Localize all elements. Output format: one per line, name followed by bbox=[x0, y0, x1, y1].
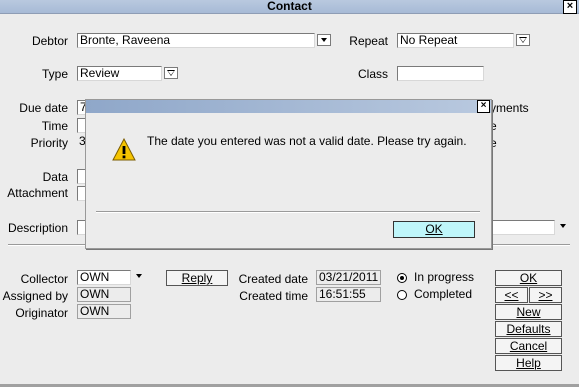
debtor-label: Debtor bbox=[31, 34, 68, 48]
data-label: Data bbox=[42, 170, 68, 184]
description-dropdown-button[interactable] bbox=[557, 221, 571, 233]
originator-field: OWN bbox=[77, 304, 131, 319]
description-label: Description bbox=[7, 221, 68, 235]
completed-radio[interactable] bbox=[397, 290, 407, 300]
window-close-button[interactable]: × bbox=[563, 0, 577, 14]
cancel-button-label: Cancel bbox=[509, 339, 548, 353]
in-progress-label: In progress bbox=[414, 270, 475, 284]
debtor-dropdown-button[interactable] bbox=[317, 34, 331, 46]
defaults-button[interactable]: Defaults bbox=[495, 321, 562, 337]
time-label: Time bbox=[41, 119, 68, 133]
help-button[interactable]: Help bbox=[495, 355, 562, 371]
created-date-label: Created date bbox=[238, 272, 308, 286]
ok-button-label: OK bbox=[519, 271, 538, 285]
repeat-label: Repeat bbox=[349, 34, 388, 48]
dialog-close-button[interactable]: × bbox=[477, 100, 490, 113]
class-field[interactable] bbox=[397, 66, 484, 81]
ok-button[interactable]: OK bbox=[495, 270, 562, 286]
attachment-label: Attachment bbox=[7, 186, 68, 200]
priority-label: Priority bbox=[30, 136, 68, 150]
originator-label: Originator bbox=[15, 306, 68, 320]
window-title: Contact bbox=[267, 0, 312, 13]
dialog-separator bbox=[96, 211, 480, 213]
debtor-field[interactable]: Bronte, Raveena bbox=[77, 33, 315, 48]
cancel-button[interactable]: Cancel bbox=[495, 338, 562, 354]
created-date-field: 03/21/2011 bbox=[316, 270, 381, 285]
collector-field[interactable]: OWN bbox=[77, 270, 131, 285]
defaults-button-label: Defaults bbox=[506, 322, 551, 336]
prev-button[interactable]: << bbox=[495, 287, 528, 303]
new-button-label: New bbox=[516, 305, 541, 319]
next-button-label: >> bbox=[538, 288, 553, 302]
type-label: Type bbox=[41, 67, 68, 81]
error-dialog: × The date you entered was not a valid d… bbox=[85, 99, 492, 249]
repeat-dropdown-button[interactable] bbox=[516, 34, 530, 46]
class-label: Class bbox=[357, 67, 388, 81]
created-time-field: 16:51:55 bbox=[316, 287, 381, 302]
repeat-field[interactable]: No Repeat bbox=[397, 33, 514, 48]
completed-label: Completed bbox=[414, 287, 473, 301]
next-button[interactable]: >> bbox=[529, 287, 562, 303]
created-time-label: Created time bbox=[239, 289, 308, 303]
warning-icon bbox=[112, 137, 136, 162]
in-progress-radio[interactable] bbox=[397, 273, 407, 283]
collector-dropdown-button[interactable] bbox=[133, 271, 147, 283]
dialog-titlebar bbox=[86, 100, 491, 113]
reply-button-label: Reply bbox=[181, 271, 213, 285]
type-dropdown-button[interactable] bbox=[164, 67, 178, 79]
dialog-ok-label: OK bbox=[425, 222, 443, 236]
due-date-label: Due date bbox=[19, 101, 68, 115]
dialog-ok-button[interactable]: OK bbox=[393, 221, 475, 238]
assigned-by-field: OWN bbox=[77, 287, 131, 302]
collector-label: Collector bbox=[20, 272, 68, 286]
payments-label: yments bbox=[490, 101, 529, 115]
reply-button[interactable]: Reply bbox=[166, 270, 228, 286]
help-button-label: Help bbox=[516, 356, 541, 370]
type-field[interactable]: Review bbox=[77, 66, 162, 81]
assigned-by-label: Assigned by bbox=[2, 289, 68, 303]
prev-button-label: << bbox=[504, 288, 519, 302]
new-button[interactable]: New bbox=[495, 304, 562, 320]
dialog-message: The date you entered was not a valid dat… bbox=[147, 134, 467, 148]
